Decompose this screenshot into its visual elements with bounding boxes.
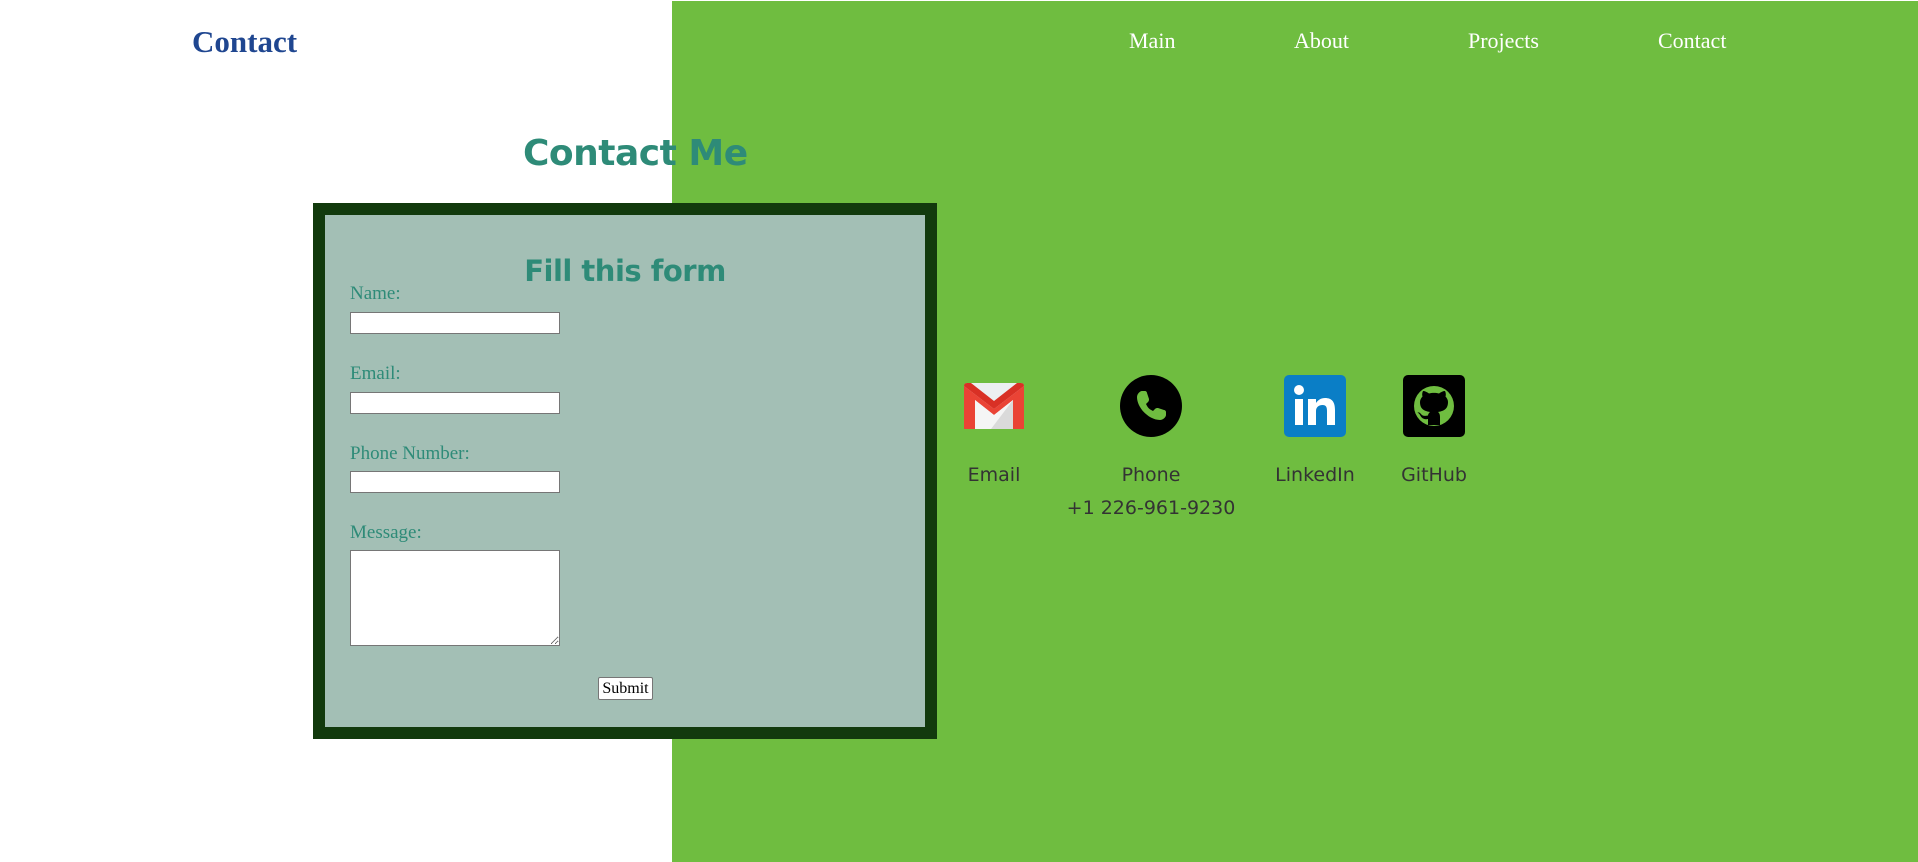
gmail-icon[interactable] xyxy=(963,375,1025,437)
contact-form: Fill this form Name: Email: Phone Number… xyxy=(313,203,937,739)
nav-link-contact[interactable]: Contact xyxy=(1658,28,1726,54)
nav-link-projects[interactable]: Projects xyxy=(1468,28,1539,54)
page-heading: Contact Me xyxy=(523,133,748,174)
main-nav: Main About Projects Contact xyxy=(0,28,1918,60)
form-title: Fill this form xyxy=(524,254,726,288)
linkedin-icon[interactable] xyxy=(1284,375,1346,437)
github-icon[interactable] xyxy=(1403,375,1465,437)
submit-button[interactable]: Submit xyxy=(598,677,653,700)
name-label: Name: xyxy=(350,283,401,304)
email-input[interactable] xyxy=(350,392,560,414)
phone-number-input[interactable] xyxy=(350,471,560,493)
message-label: Message: xyxy=(350,522,422,543)
contact-page: Contact Main About Projects Contact Cont… xyxy=(0,0,1918,862)
email-label: Email: xyxy=(350,363,401,384)
message-textarea[interactable] xyxy=(350,550,560,646)
nav-link-main[interactable]: Main xyxy=(1129,28,1175,54)
phone-number-label: Phone Number: xyxy=(350,443,470,464)
phone-number-text: +1 226-961-9230 xyxy=(1066,497,1236,519)
phone-icon[interactable] xyxy=(1120,375,1182,437)
nav-link-about[interactable]: About xyxy=(1294,28,1349,54)
name-input[interactable] xyxy=(350,312,560,334)
phone-contact-label: Phone xyxy=(1121,464,1181,486)
github-contact-label: GitHub xyxy=(1401,464,1467,486)
email-contact-label: Email xyxy=(967,464,1021,486)
